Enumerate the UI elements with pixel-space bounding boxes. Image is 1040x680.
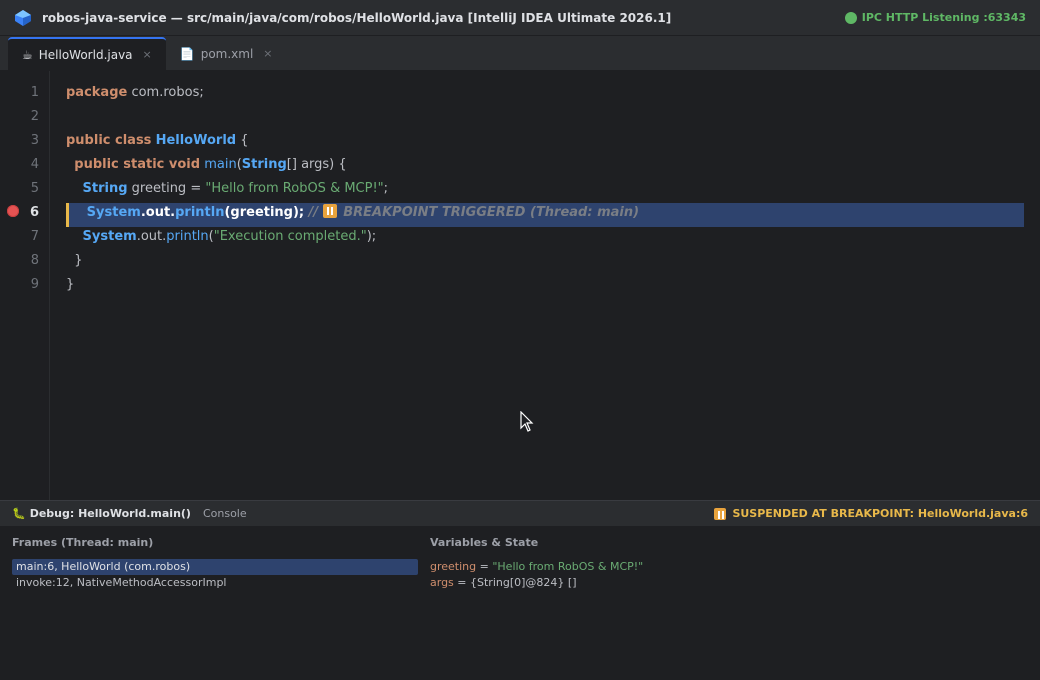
line-number: 9 [30,277,39,292]
close-icon[interactable]: × [263,47,272,60]
ipc-status: IPC HTTP Listening :63343 [844,11,1026,24]
frames-panel: Frames (Thread: main) main:6, HelloWorld… [12,535,418,591]
suspended-status: SUSPENDED AT BREAKPOINT: HelloWorld.java… [714,507,1028,520]
line-gutter[interactable]: 1 2 3 4 5 6 7 8 9 [0,71,50,500]
frames-title: Frames (Thread: main) [12,536,154,549]
line-number: 2 [30,109,39,124]
line-number: 7 [30,229,39,244]
code-line-5: String greeting = "Hello from RobOS & MC… [82,181,389,196]
line-number-current: 6 [29,205,39,220]
suspended-status-label: SUSPENDED AT BREAKPOINT: HelloWorld.java… [732,507,1028,520]
code-line-6-breakpoint: System.out.println(greeting); // BREAKPO… [86,204,640,220]
ipc-status-label: IPC HTTP Listening :63343 [861,11,1026,24]
line-number: 1 [30,85,39,100]
code-line-4: public static void main(String[] args) { [74,157,347,172]
xml-file-icon: 📄 [179,46,195,61]
tab-label: pom.xml [200,46,254,61]
variable-row[interactable]: args = {String[0]@824} [] [430,575,1020,591]
tab-label: HelloWorld.java [38,47,133,62]
variables-panel: Variables & State greeting = "Hello from… [430,535,1020,591]
line-number: 5 [30,181,39,196]
console-tab[interactable]: Console [203,507,247,520]
code-line-8: } [74,253,83,268]
frame-row[interactable]: main:6, HelloWorld (com.robos) [12,559,418,575]
code-line-1: package com.robos; [66,85,204,100]
code-editor[interactable]: 1 2 3 4 5 6 7 8 9 package com.robos; pub… [0,71,1040,500]
code-line-3: public class HelloWorld { [66,133,249,148]
debug-tab[interactable]: 🐛 Debug: HelloWorld.main() [12,507,191,520]
tab-pom-xml[interactable]: 📄 pom.xml × [166,37,287,70]
code-line-7: System.out.println("Execution completed.… [82,229,377,244]
pause-icon [322,204,337,218]
line-number: 3 [30,133,39,148]
window-title: robos-java-service — src/main/java/com/r… [42,10,672,25]
line-number: 4 [30,157,39,172]
pause-icon [714,507,727,520]
variable-row[interactable]: greeting = "Hello from RobOS & MCP!" [430,559,1020,575]
title-bar: robos-java-service — src/main/java/com/r… [0,0,1040,36]
line-number: 8 [30,253,39,268]
code-line-9: } [66,277,75,292]
close-icon[interactable]: × [143,48,152,61]
editor-tab-bar: ☕ HelloWorld.java × 📄 pom.xml × [0,36,1040,71]
intellij-logo-icon [14,9,32,27]
frame-row[interactable]: invoke:12, NativeMethodAccessorImpl [12,575,418,591]
debug-tool-window-header: 🐛 Debug: HelloWorld.main() Console SUSPE… [0,500,1040,527]
green-status-dot-icon [844,11,857,24]
debug-tab-label: Debug: HelloWorld.main() [29,507,191,520]
bug-icon: 🐛 [12,507,26,520]
variables-title: Variables & State [430,536,539,549]
tab-helloworld-java[interactable]: ☕ HelloWorld.java × [8,37,166,70]
mouse-pointer-icon [520,411,534,432]
java-file-icon: ☕ [22,47,33,62]
debug-panel: Frames (Thread: main) main:6, HelloWorld… [0,527,1040,680]
